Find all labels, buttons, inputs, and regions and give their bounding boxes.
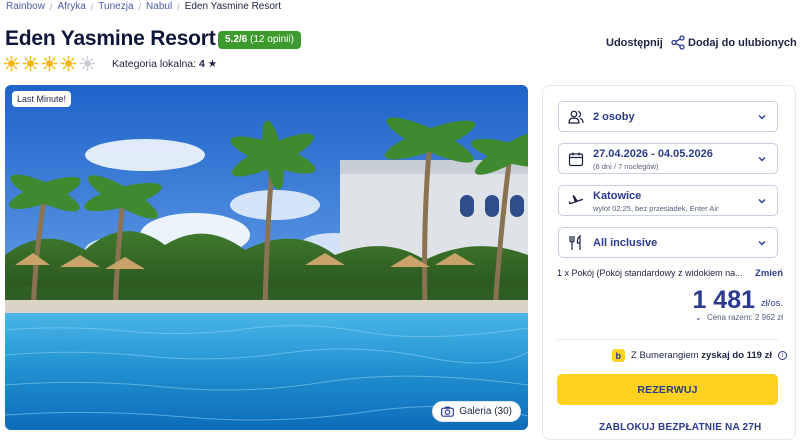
- breadcrumb-separator: /: [177, 1, 180, 12]
- chevron-down-icon: ⌄: [695, 313, 702, 322]
- local-category: Kategoria lokalna: 4 ★: [112, 58, 217, 70]
- board-value: All inclusive: [593, 237, 658, 249]
- sun-icon-filled: [23, 56, 38, 71]
- departure-details: wylot 02:25, bez przesiadek, Enter Air: [593, 204, 719, 213]
- calendar-icon: [568, 152, 584, 166]
- dates-value: 27.04.2026 - 04.05.2026: [593, 148, 713, 160]
- total-price-text: Cena razem: 2 962 zł: [706, 313, 783, 322]
- breadcrumb-item-rainbow[interactable]: Rainbow: [6, 1, 45, 12]
- breadcrumb-item-tunezja[interactable]: Tunezja: [98, 1, 133, 12]
- price-per-person: 1 481: [692, 286, 755, 314]
- room-summary: 1 x Pokój (Pokój standardowy z widokiem …: [557, 268, 743, 278]
- last-minute-badge: Last Minute!: [12, 91, 72, 107]
- cutlery-icon: [569, 234, 581, 250]
- sun-icon-filled: [42, 56, 57, 71]
- breadcrumb-item-current: Eden Yasmine Resort: [184, 1, 282, 12]
- departure-select[interactable]: Katowice wylot 02:25, bez przesiadek, En…: [558, 185, 778, 216]
- users-icon: [568, 110, 584, 124]
- chevron-down-icon: [758, 240, 766, 245]
- resort-pool-image: [5, 85, 528, 430]
- chevron-down-icon: [758, 156, 766, 161]
- gallery-label: Galeria (30): [459, 406, 512, 417]
- room-change-link[interactable]: Zmień: [755, 268, 783, 279]
- sun-rating: [4, 56, 95, 71]
- rating-score: 5.2/6: [225, 34, 248, 45]
- bumerang-promo: b Z Bumerangiem zyskaj do 119 zł i: [612, 349, 787, 362]
- breadcrumb: Rainbow / Afryka / Tunezja / Nabul / Eden Ya…: [6, 1, 281, 12]
- book-button[interactable]: REZERWUJ: [557, 374, 778, 405]
- bumerang-logo-icon: b: [612, 349, 625, 362]
- info-icon[interactable]: i: [778, 351, 787, 360]
- svg-text:b: b: [616, 351, 622, 361]
- dates-select[interactable]: 27.04.2026 - 04.05.2026 (8 dni / 7 nocle…: [558, 143, 778, 174]
- favorite-button[interactable]: Dodaj do ulubionych: [688, 35, 800, 50]
- star-icon: ★: [207, 58, 218, 70]
- chevron-down-icon: [758, 114, 766, 119]
- free-hold-link[interactable]: ZABLOKUJ BEZPŁATNIE NA 27H: [599, 422, 761, 433]
- sun-icon-filled: [4, 56, 19, 71]
- plane-icon: [568, 194, 583, 204]
- local-category-value: 4: [198, 58, 205, 70]
- local-category-label: Kategoria lokalna:: [112, 58, 197, 70]
- bumerang-prefix: Z Bumerangiem: [631, 350, 699, 361]
- sun-icon-empty: [80, 56, 95, 71]
- breadcrumb-item-afryka[interactable]: Afryka: [57, 1, 85, 12]
- rating-badge[interactable]: 5.2/6 (12 opinii): [218, 31, 301, 49]
- share-icon: [671, 35, 685, 50]
- persons-value: 2 osoby: [593, 111, 635, 123]
- breadcrumb-separator: /: [138, 1, 142, 12]
- share-label: Udostępnij: [606, 36, 663, 49]
- total-price[interactable]: ⌄ Cena razem: 2 962 zł: [695, 313, 783, 322]
- hotel-photo[interactable]: Last Minute! Galeria (30): [5, 85, 528, 430]
- breadcrumb-separator: /: [90, 1, 94, 12]
- sun-icon-filled: [61, 56, 76, 71]
- favorite-label: Dodaj do ulubionych: [688, 36, 797, 49]
- page-title: Eden Yasmine Resort: [5, 27, 216, 50]
- dates-nights: (8 dni / 7 noclegów): [593, 162, 659, 171]
- departure-value: Katowice: [593, 190, 642, 202]
- breadcrumb-separator: /: [49, 1, 53, 12]
- bumerang-amount: zyskaj do 119 zł: [701, 350, 772, 361]
- breadcrumb-item-nabul[interactable]: Nabul: [146, 1, 172, 12]
- camera-icon: [441, 406, 455, 417]
- rating-count: (12 opinii): [250, 34, 294, 45]
- price-unit: zł/os.: [760, 298, 783, 309]
- gallery-button[interactable]: Galeria (30): [432, 401, 521, 422]
- persons-select[interactable]: 2 osoby: [558, 101, 778, 132]
- divider: [557, 339, 778, 340]
- share-button[interactable]: Udostępnij: [606, 35, 685, 50]
- board-select[interactable]: All inclusive: [558, 227, 778, 258]
- chevron-down-icon: [758, 198, 766, 203]
